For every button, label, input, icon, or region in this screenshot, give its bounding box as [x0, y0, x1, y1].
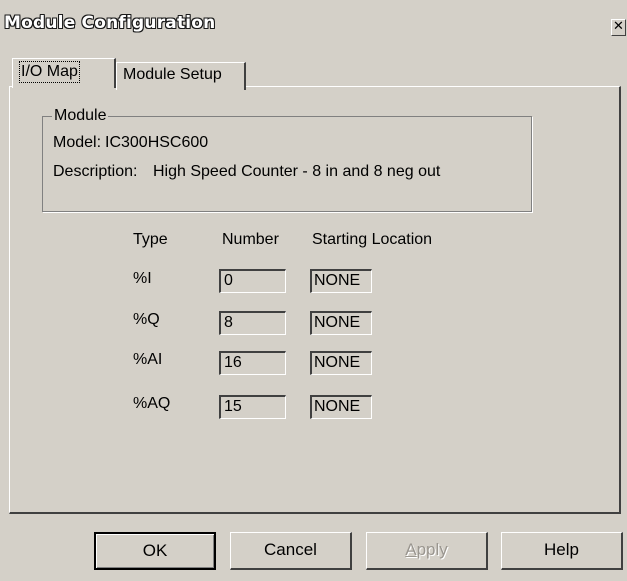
help-button[interactable]: Help — [501, 532, 623, 570]
ok-button[interactable]: OK — [94, 532, 216, 570]
model-label: Model: — [53, 134, 102, 151]
starting-location-column-header: Starting Location — [312, 231, 433, 248]
type-label-ai: %AI — [133, 351, 163, 368]
type-label-q: %Q — [133, 311, 160, 328]
starting-location-field-q[interactable]: NONE — [310, 311, 372, 335]
close-button[interactable]: ✕ — [611, 19, 626, 36]
apply-button[interactable]: Apply — [366, 532, 488, 570]
type-label-aq: %AQ — [133, 395, 171, 412]
title-bar[interactable]: Module Configuration ✕ — [0, 8, 627, 38]
number-field-aq[interactable]: 15 — [219, 395, 286, 419]
number-field-i[interactable]: 0 — [219, 269, 286, 293]
type-column-header: Type — [133, 231, 168, 248]
starting-location-field-i[interactable]: NONE — [310, 269, 372, 293]
number-field-ai[interactable]: 16 — [219, 351, 286, 375]
number-column-header: Number — [222, 231, 279, 248]
type-label-i: %I — [133, 270, 152, 287]
model-value: IC300HSC600 — [105, 134, 209, 151]
tab-io-map[interactable]: I/O Map — [12, 58, 116, 88]
description-value: High Speed Counter - 8 in and 8 neg out — [153, 163, 441, 180]
tab-module-setup-label: Module Setup — [123, 66, 222, 83]
apply-button-label: pply — [416, 540, 448, 559]
tab-io-map-label: I/O Map — [19, 61, 80, 83]
number-field-q[interactable]: 8 — [219, 311, 286, 335]
module-group-legend: Module — [52, 107, 109, 125]
close-icon: ✕ — [613, 19, 624, 34]
starting-location-field-aq[interactable]: NONE — [310, 395, 372, 419]
description-label: Description: — [53, 163, 138, 180]
window-title: Module Configuration — [4, 13, 216, 33]
starting-location-field-ai[interactable]: NONE — [310, 351, 372, 375]
apply-button-mnemonic: A — [405, 540, 417, 559]
tab-module-setup[interactable]: Module Setup — [116, 62, 246, 90]
cancel-button[interactable]: Cancel — [230, 532, 352, 570]
